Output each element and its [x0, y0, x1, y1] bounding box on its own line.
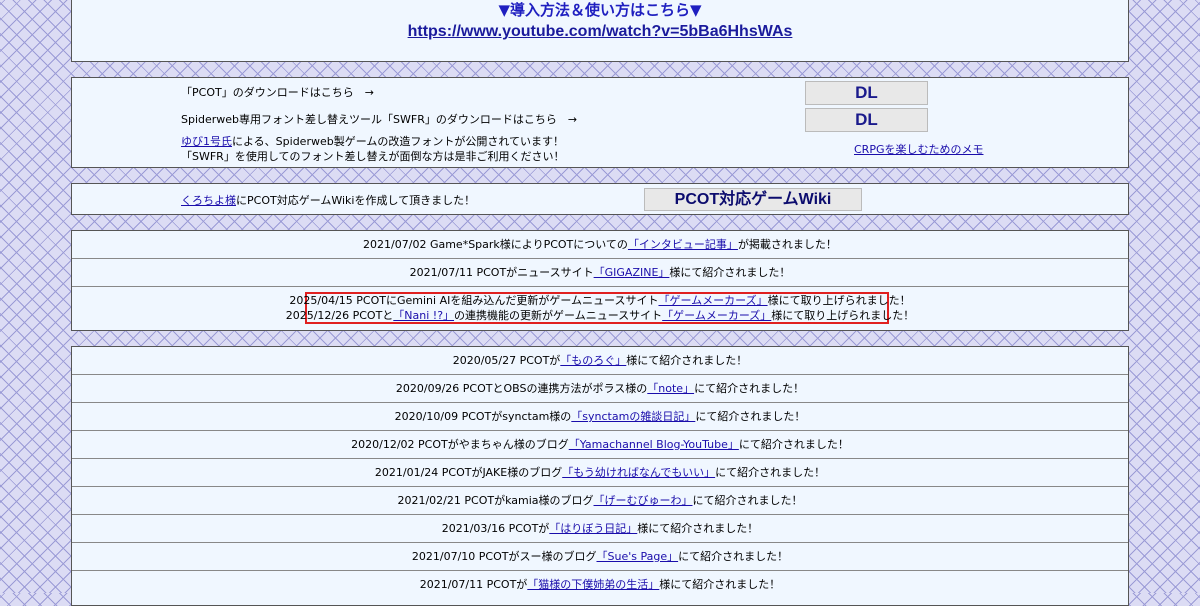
news-link[interactable]: 「Yamachannel Blog-YouTube」: [569, 438, 739, 451]
wiki-text: くろちよ様にPCOT対応ゲームWikiを作成して頂きました！: [181, 192, 475, 208]
youtube-link[interactable]: https://www.youtube.com/watch?v=5bBa6Hhs…: [72, 21, 1128, 43]
wiki-button[interactable]: PCOT対応ゲームWiki: [644, 188, 862, 211]
news-link[interactable]: 「はりぼう日記」: [549, 522, 637, 535]
news-box-1: 2021/07/02 Game*Spark様によりPCOTについての「インタビュ…: [71, 230, 1129, 331]
yubi-link[interactable]: ゆび1号氏: [181, 135, 232, 148]
news-link[interactable]: 「synctamの雑談日記」: [571, 410, 695, 423]
wiki-message: にPCOT対応ゲームWikiを作成して頂きました！: [236, 194, 476, 207]
font-note-line1: による、Spiderweb製ゲームの改造フォントが公開されています！: [232, 135, 565, 148]
highlight-row: 2025/12/26 PCOTと「Nani !?」の連携機能の更新がゲームニュー…: [285, 309, 915, 322]
gamemakers-link[interactable]: 「ゲームメーカーズ」: [658, 294, 767, 307]
news-link[interactable]: 「猫様の下僕姉弟の生活」: [527, 578, 659, 591]
swfr-download-text: Spiderweb専用フォント差し替えツール「SWFR」のダウンロードはこちら …: [181, 113, 578, 126]
news-link[interactable]: 「げーむびゅーわ」: [594, 494, 693, 507]
gigazine-link[interactable]: 「GIGAZINE」: [594, 266, 670, 279]
tutorial-box: ▼導入方法＆使い方はこちら▼ https://www.youtube.com/w…: [71, 0, 1129, 62]
news-row: 2021/07/11 PCOTがニュースサイト「GIGAZINE」様にて紹介され…: [72, 259, 1128, 287]
highlight-row: 2025/04/15 PCOTにGemini AIを組み込んだ更新がゲームニュー…: [289, 294, 911, 307]
highlight-area: 2025/04/15 PCOTにGemini AIを組み込んだ更新がゲームニュー…: [72, 287, 1128, 331]
news-row: 2021/07/11 PCOTが「猫様の下僕姉弟の生活」様にて紹介されました！: [419, 578, 781, 591]
news-row: 2021/07/10 PCOTがスー様のブログ「Sue's Page」にて紹介さ…: [72, 543, 1128, 571]
crpg-memo-link[interactable]: CRPGを楽しむためのメモ: [854, 141, 983, 157]
wiki-box: くろちよ様にPCOT対応ゲームWikiを作成して頂きました！ PCOT対応ゲーム…: [71, 183, 1129, 215]
download-box: 「PCOT」のダウンロードはこちら → Spiderweb専用フォント差し替えツ…: [71, 77, 1129, 168]
interview-link[interactable]: 「インタビュー記事」: [628, 238, 738, 251]
gamemakers-link[interactable]: 「ゲームメーカーズ」: [662, 309, 771, 322]
pcot-dl-button[interactable]: DL: [805, 81, 928, 105]
news-row: 2021/02/21 PCOTがkamia様のブログ「げーむびゅーわ」にて紹介さ…: [72, 487, 1128, 515]
news-row: 2020/10/09 PCOTがsynctam様の「synctamの雑談日記」に…: [72, 403, 1128, 431]
news-link[interactable]: 「Sue's Page」: [596, 550, 678, 563]
news-row: 2020/05/27 PCOTが「ものろぐ」様にて紹介されました！: [72, 347, 1128, 375]
font-note-line2: 「SWFR」を使用してのフォント差し替えが面倒な方は是非ご利用ください！: [181, 150, 565, 163]
swfr-dl-button[interactable]: DL: [805, 108, 928, 132]
news-link[interactable]: 「もう幼ければなんでもいい」: [562, 466, 715, 479]
news-row: 2021/01/24 PCOTがJAKE様のブログ「もう幼ければなんでもいい」に…: [72, 459, 1128, 487]
font-note: ゆび1号氏による、Spiderweb製ゲームの改造フォントが公開されています！ …: [181, 134, 565, 164]
news-row: 2020/12/02 PCOTがやまちゃん様のブログ「Yamachannel B…: [72, 431, 1128, 459]
nani-link[interactable]: 「Nani !?」: [393, 309, 454, 322]
kurochiyo-link[interactable]: くろちよ様: [181, 194, 236, 207]
news-row: 2021/03/16 PCOTが「はりぼう日記」様にて紹介されました！: [72, 515, 1128, 543]
news-box-2: 2020/05/27 PCOTが「ものろぐ」様にて紹介されました！ 2020/0…: [71, 346, 1129, 606]
news-row: 2020/09/26 PCOTとOBSの連携方法がポラス様の「note」にて紹介…: [72, 375, 1128, 403]
tutorial-heading: ▼導入方法＆使い方はこちら▼: [498, 1, 702, 19]
news-link[interactable]: 「note」: [647, 382, 694, 395]
pcot-download-text: 「PCOT」のダウンロードはこちら →: [181, 86, 374, 99]
news-link[interactable]: 「ものろぐ」: [560, 354, 626, 367]
news-row: 2021/07/02 Game*Spark様によりPCOTについての「インタビュ…: [72, 231, 1128, 259]
